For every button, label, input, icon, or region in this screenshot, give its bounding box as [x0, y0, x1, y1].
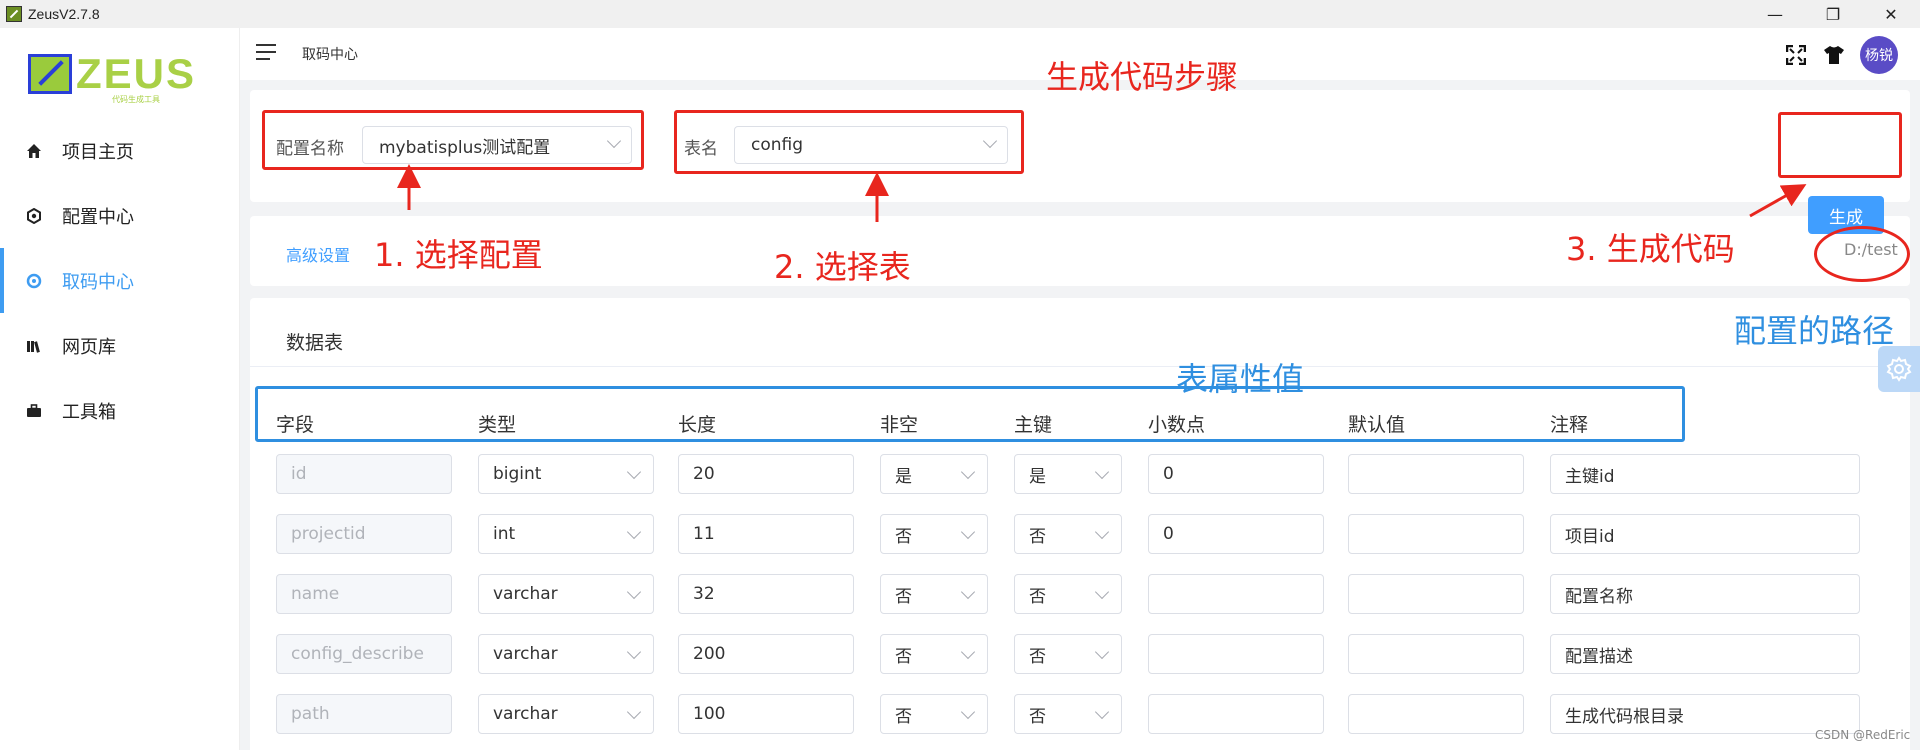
annotation-title: 生成代码步骤 — [1046, 58, 1239, 96]
watermark: CSDN @RedEric — [1815, 728, 1911, 742]
annotation-path-note: 配置的路径 — [1734, 312, 1895, 350]
annotation-step1: 1. 选择配置 — [374, 236, 543, 274]
annotation-attributes-note: 表属性值 — [1176, 360, 1305, 398]
annotation-step2: 2. 选择表 — [774, 248, 911, 286]
annotation-arrows — [397, 164, 1807, 222]
annotation-step3: 3. 生成代码 — [1566, 230, 1735, 268]
